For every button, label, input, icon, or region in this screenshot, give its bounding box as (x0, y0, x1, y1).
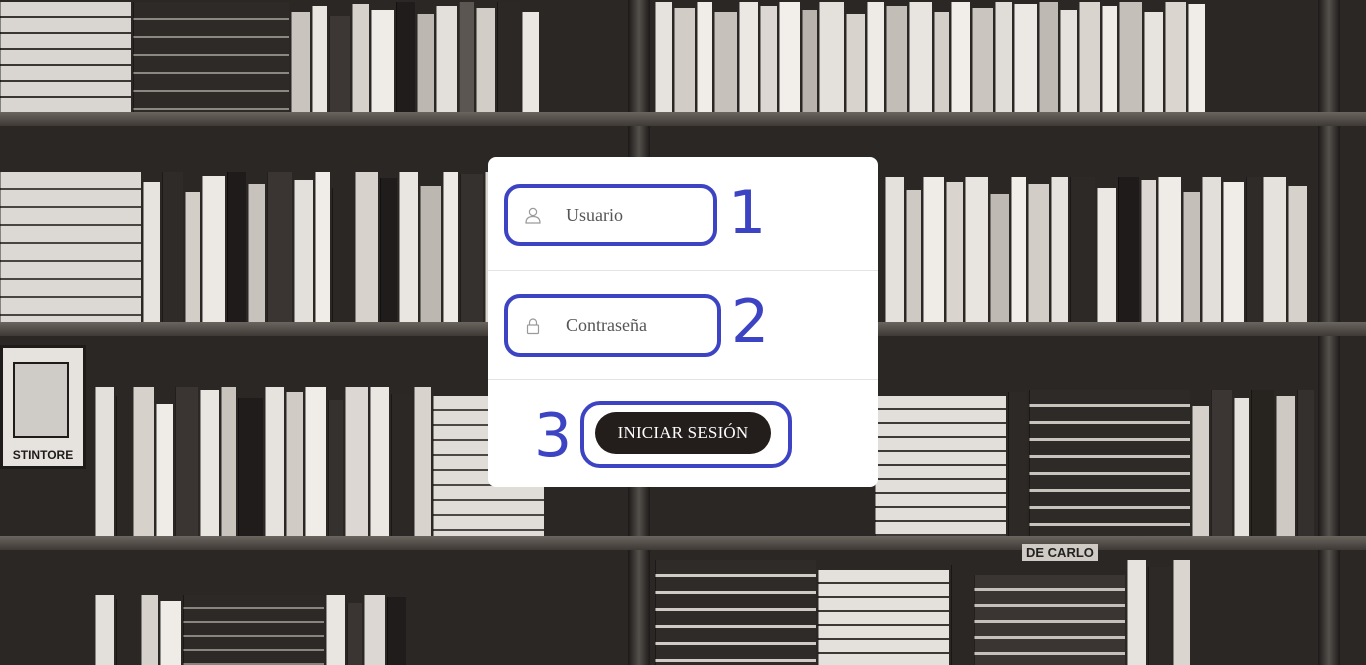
login-button[interactable]: INICIAR SESIÓN (595, 412, 771, 454)
password-field[interactable] (504, 294, 721, 357)
username-field[interactable] (504, 184, 717, 246)
password-input[interactable] (566, 298, 696, 353)
annotation-number-3: 3 (534, 401, 573, 471)
sign-text: STINTORE (12, 448, 74, 462)
book-row (0, 0, 541, 112)
username-input[interactable] (566, 188, 696, 242)
lock-icon (524, 317, 542, 335)
divider (488, 379, 878, 380)
book-row (0, 170, 506, 322)
fire-extinguisher-sign: STINTORE (0, 345, 86, 469)
shelf-board (0, 536, 1366, 550)
book-row (655, 560, 1192, 665)
book-row (885, 175, 1309, 322)
shelf-label: DE CARLO (1022, 544, 1098, 561)
book-row (655, 0, 1207, 112)
login-card: 1 2 3 INICIAR SESIÓN (488, 157, 878, 487)
book-row (875, 390, 1316, 536)
divider (488, 270, 878, 271)
annotation-number-2: 2 (731, 287, 770, 357)
shelf-board (0, 112, 1366, 126)
book-row (95, 595, 408, 665)
user-icon (524, 206, 542, 224)
annotation-number-1: 1 (728, 178, 767, 248)
fire-extinguisher-icon (13, 362, 69, 438)
book-row (95, 385, 546, 536)
